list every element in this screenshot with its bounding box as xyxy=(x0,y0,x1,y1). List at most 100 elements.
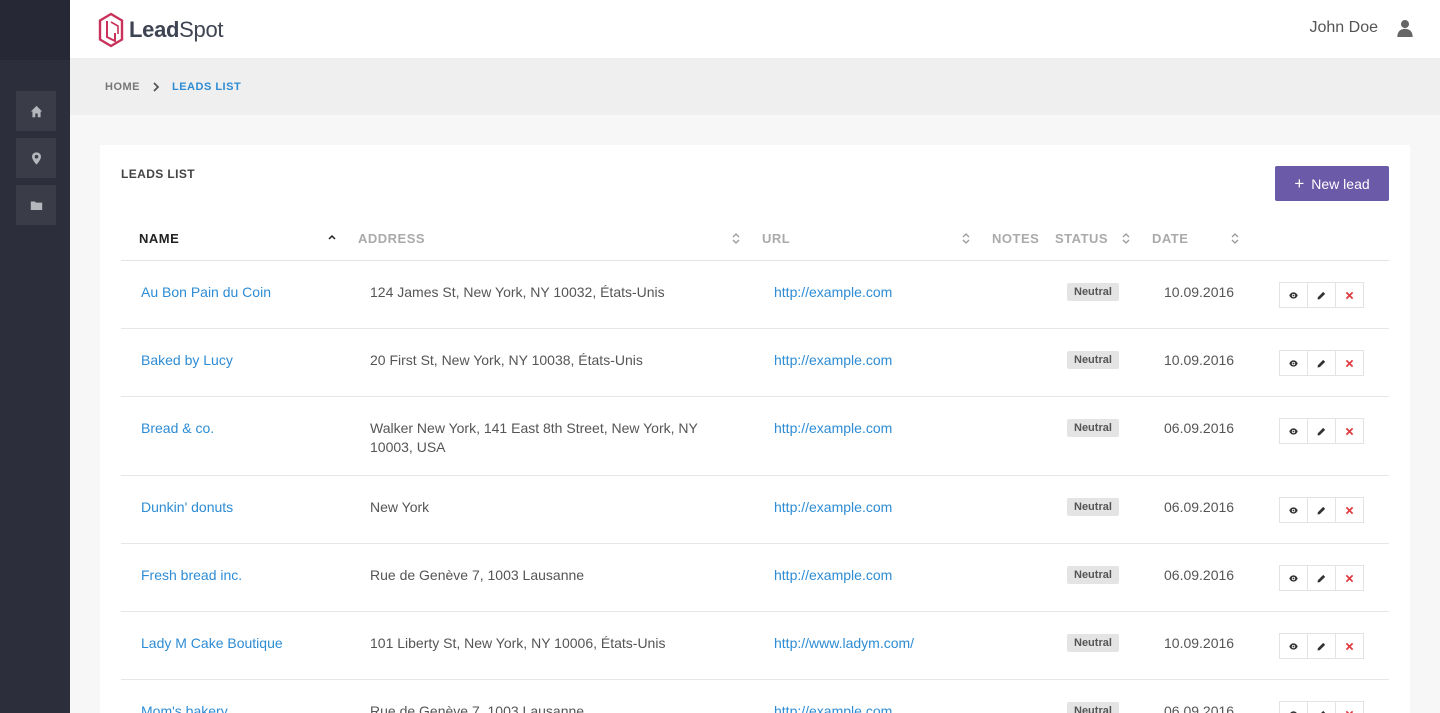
lead-url-link[interactable]: http://example.com xyxy=(774,702,892,713)
table-row: Baked by Lucy 20 First St, New York, NY … xyxy=(121,329,1389,397)
sidebar-item-folder[interactable] xyxy=(16,185,56,225)
sort-icon[interactable] xyxy=(962,232,970,245)
edit-button[interactable] xyxy=(1307,701,1336,713)
close-icon xyxy=(1345,710,1354,713)
row-actions xyxy=(1279,282,1364,308)
delete-button[interactable] xyxy=(1335,565,1364,591)
sort-asc-icon[interactable] xyxy=(328,232,336,245)
delete-button[interactable] xyxy=(1335,633,1364,659)
eye-icon xyxy=(1289,359,1298,367)
sort-icon[interactable] xyxy=(1231,232,1239,245)
lead-name-link[interactable]: Mom's bakery xyxy=(141,702,228,713)
status-badge: Neutral xyxy=(1067,566,1119,584)
view-button[interactable] xyxy=(1279,701,1308,713)
sort-icon[interactable] xyxy=(1122,232,1130,245)
lead-name-link[interactable]: Dunkin' donuts xyxy=(141,498,233,517)
edit-button[interactable] xyxy=(1307,565,1336,591)
status-badge: Neutral xyxy=(1067,634,1119,652)
view-button[interactable] xyxy=(1279,565,1308,591)
new-lead-label: New lead xyxy=(1311,175,1370,192)
row-actions xyxy=(1279,565,1364,591)
lead-address: Rue de Genève 7, 1003 Lausanne xyxy=(370,567,585,583)
lead-date: 06.09.2016 xyxy=(1164,499,1235,515)
pencil-icon xyxy=(1317,506,1326,514)
leads-panel: LEADS LIST + New lead NAME ADDRESS URL N… xyxy=(100,145,1410,713)
lead-date: 10.09.2016 xyxy=(1164,352,1235,368)
eye-icon xyxy=(1289,291,1298,299)
row-actions xyxy=(1279,350,1364,376)
sidebar-item-home[interactable] xyxy=(16,91,56,131)
lead-date: 10.09.2016 xyxy=(1164,284,1235,300)
column-header-address[interactable]: ADDRESS xyxy=(358,231,425,246)
lead-name-link[interactable]: Bread & co. xyxy=(141,419,214,438)
column-header-url[interactable]: URL xyxy=(762,231,790,246)
table-row: Au Bon Pain du Coin 124 James St, New Yo… xyxy=(121,261,1389,329)
delete-button[interactable] xyxy=(1335,497,1364,523)
chevron-right-icon xyxy=(152,82,160,92)
sidebar-header xyxy=(0,0,70,60)
view-button[interactable] xyxy=(1279,350,1308,376)
lead-name-link[interactable]: Fresh bread inc. xyxy=(141,566,242,585)
lead-address: Walker New York, 141 East 8th Street, Ne… xyxy=(370,420,698,455)
brand-logo[interactable]: LeadSpot xyxy=(98,12,224,48)
lead-url-link[interactable]: http://example.com xyxy=(774,351,892,370)
table-row: Dunkin' donuts New York http://example.c… xyxy=(121,476,1389,544)
view-button[interactable] xyxy=(1279,418,1308,444)
lead-date: 06.09.2016 xyxy=(1164,420,1235,436)
edit-button[interactable] xyxy=(1307,350,1336,376)
panel-title: LEADS LIST xyxy=(121,167,196,181)
view-button[interactable] xyxy=(1279,282,1308,308)
lead-address: New York xyxy=(370,499,430,515)
delete-button[interactable] xyxy=(1335,282,1364,308)
status-badge: Neutral xyxy=(1067,419,1119,437)
lead-url-link[interactable]: http://www.ladym.com/ xyxy=(774,634,914,653)
delete-button[interactable] xyxy=(1335,701,1364,713)
lead-name-link[interactable]: Lady M Cake Boutique xyxy=(141,634,283,653)
column-header-name[interactable]: NAME xyxy=(139,231,179,246)
row-actions xyxy=(1279,497,1364,523)
close-icon xyxy=(1345,359,1354,367)
folder-icon xyxy=(30,200,42,210)
home-icon xyxy=(30,105,42,117)
plus-icon: + xyxy=(1294,174,1305,193)
close-icon xyxy=(1345,574,1354,582)
eye-icon xyxy=(1289,642,1298,650)
lead-date: 10.09.2016 xyxy=(1164,635,1235,651)
column-header-status[interactable]: STATUS xyxy=(1055,231,1108,246)
row-actions xyxy=(1279,418,1364,444)
column-header-date[interactable]: DATE xyxy=(1152,231,1188,246)
status-badge: Neutral xyxy=(1067,702,1119,713)
brand-name: LeadSpot xyxy=(129,17,224,42)
edit-button[interactable] xyxy=(1307,282,1336,308)
top-bar: LeadSpot John Doe xyxy=(70,0,1440,59)
pencil-icon xyxy=(1317,642,1326,650)
table-row: Fresh bread inc. Rue de Genève 7, 1003 L… xyxy=(121,544,1389,612)
delete-button[interactable] xyxy=(1335,418,1364,444)
lead-url-link[interactable]: http://example.com xyxy=(774,419,892,438)
sidebar-item-map[interactable] xyxy=(16,138,56,178)
breadcrumb-home[interactable]: HOME xyxy=(105,81,140,93)
table-row: Lady M Cake Boutique 101 Liberty St, New… xyxy=(121,612,1389,680)
edit-button[interactable] xyxy=(1307,418,1336,444)
close-icon xyxy=(1345,427,1354,435)
lead-name-link[interactable]: Baked by Lucy xyxy=(141,351,233,370)
lead-address: 124 James St, New York, NY 10032, États-… xyxy=(370,284,665,300)
pencil-icon xyxy=(1317,359,1326,367)
user-menu[interactable]: John Doe xyxy=(1310,19,1415,37)
pencil-icon xyxy=(1317,427,1326,435)
view-button[interactable] xyxy=(1279,497,1308,523)
lead-url-link[interactable]: http://example.com xyxy=(774,498,892,517)
lead-address: 20 First St, New York, NY 10038, États-U… xyxy=(370,352,643,368)
eye-icon xyxy=(1289,506,1298,514)
lead-url-link[interactable]: http://example.com xyxy=(774,283,892,302)
view-button[interactable] xyxy=(1279,633,1308,659)
close-icon xyxy=(1345,506,1354,514)
lead-name-link[interactable]: Au Bon Pain du Coin xyxy=(141,283,271,302)
lead-url-link[interactable]: http://example.com xyxy=(774,566,892,585)
edit-button[interactable] xyxy=(1307,497,1336,523)
edit-button[interactable] xyxy=(1307,633,1336,659)
sort-icon[interactable] xyxy=(732,232,740,245)
breadcrumb-current: LEADS LIST xyxy=(172,81,242,93)
new-lead-button[interactable]: + New lead xyxy=(1275,166,1389,201)
delete-button[interactable] xyxy=(1335,350,1364,376)
